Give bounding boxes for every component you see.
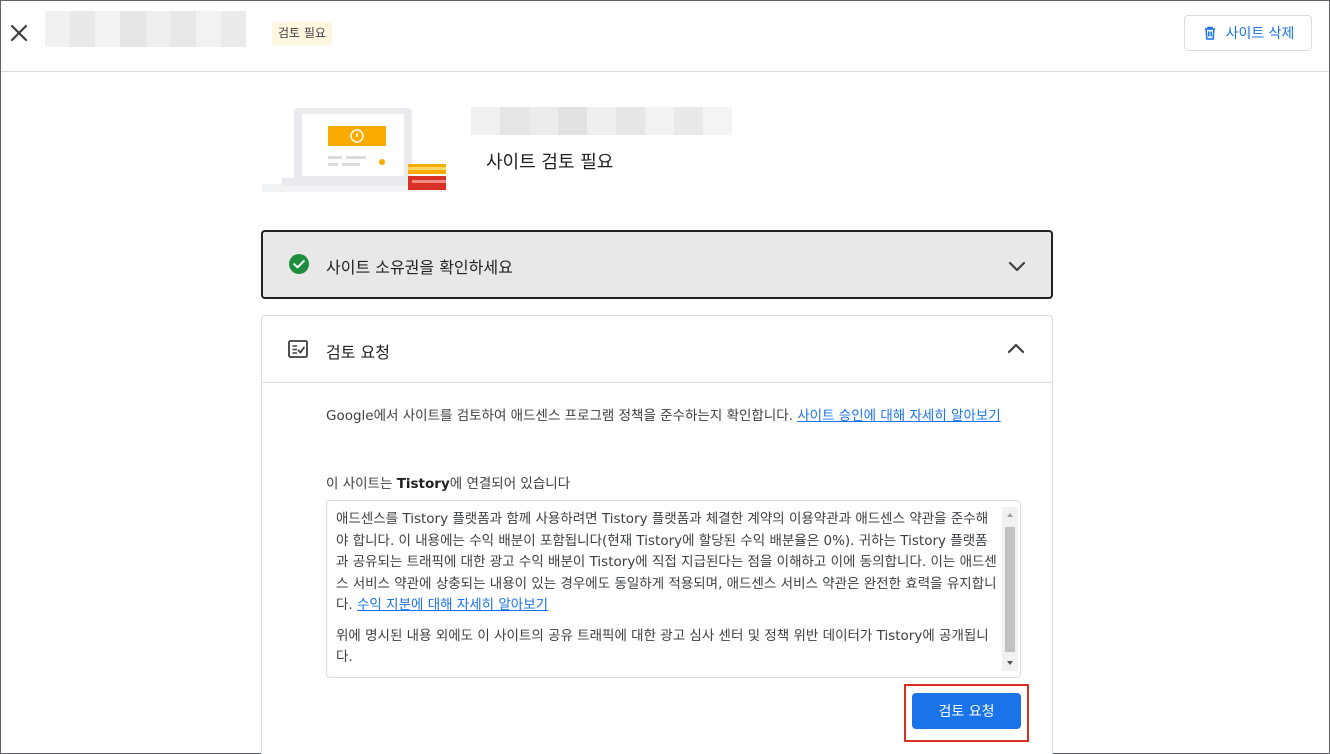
ownership-step-label: 사이트 소유권을 확인하세요 (326, 258, 513, 277)
delete-site-label: 사이트 삭제 (1225, 26, 1295, 42)
connected-prefix: 이 사이트는 (326, 476, 397, 492)
trash-icon (1202, 25, 1218, 41)
review-step-label: 검토 요청 (326, 343, 390, 362)
chevron-up-icon[interactable] (1004, 337, 1028, 361)
status-badge: 검토 필요 (272, 22, 332, 45)
revenue-share-learn-more-link[interactable]: 수익 지분에 대해 자세히 알아보기 (357, 597, 548, 613)
scrollbar-thumb[interactable] (1005, 527, 1015, 652)
scroll-down-arrow-icon[interactable] (1002, 655, 1018, 671)
check-circle-icon (288, 253, 310, 275)
connected-platform-name: Tistory (396, 476, 450, 492)
ownership-step-accordion[interactable]: 사이트 소유권을 확인하세요 (261, 230, 1053, 299)
review-step-header[interactable]: 검토 요청 (262, 316, 1052, 383)
review-intro-text: Google에서 사이트를 검토하여 애드센스 프로그램 정책을 준수하는지 확… (326, 408, 798, 424)
terms-paragraph-2: 위에 명시된 내용 외에도 이 사이트의 공유 트래픽에 대한 광고 심사 센터… (336, 627, 989, 666)
review-intro: Google에서 사이트를 검토하여 애드센스 프로그램 정책을 준수하는지 확… (326, 406, 1026, 427)
platform-terms-text: 애드센스를 Tistory 플랫폼과 함께 사용하려면 Tistory 플랫폼과… (336, 509, 998, 678)
top-bar: 검토 필요 사이트 삭제 (1, 1, 1329, 72)
terms-scrollbar[interactable] (1002, 507, 1018, 671)
platform-terms-box[interactable]: 애드센스를 Tistory 플랫폼과 함께 사용하려면 Tistory 플랫폼과… (326, 500, 1021, 678)
chevron-down-icon[interactable] (1005, 254, 1029, 278)
review-checklist-icon (287, 338, 309, 360)
scroll-up-arrow-icon[interactable] (1002, 507, 1018, 523)
connected-suffix: 에 연결되어 있습니다 (449, 476, 571, 492)
close-icon[interactable] (7, 21, 31, 45)
redacted-site-name (471, 107, 732, 135)
site-approval-learn-more-link[interactable]: 사이트 승인에 대해 자세히 알아보기 (797, 408, 1000, 424)
connected-platform-notice: 이 사이트는 Tistory에 연결되어 있습니다 (326, 472, 570, 492)
page-title: 사이트 검토 필요 (486, 152, 614, 173)
terms-paragraph-1: 애드센스를 Tistory 플랫폼과 함께 사용하려면 Tistory 플랫폼과… (336, 509, 998, 617)
review-step-accordion: 검토 요청 Google에서 사이트를 검토하여 애드센스 프로그램 정책을 준… (261, 315, 1053, 754)
laptop-warning-illustration (262, 106, 448, 192)
redacted-site-url (45, 11, 246, 47)
delete-site-button[interactable]: 사이트 삭제 (1184, 15, 1312, 51)
request-review-button[interactable]: 검토 요청 (912, 693, 1021, 729)
